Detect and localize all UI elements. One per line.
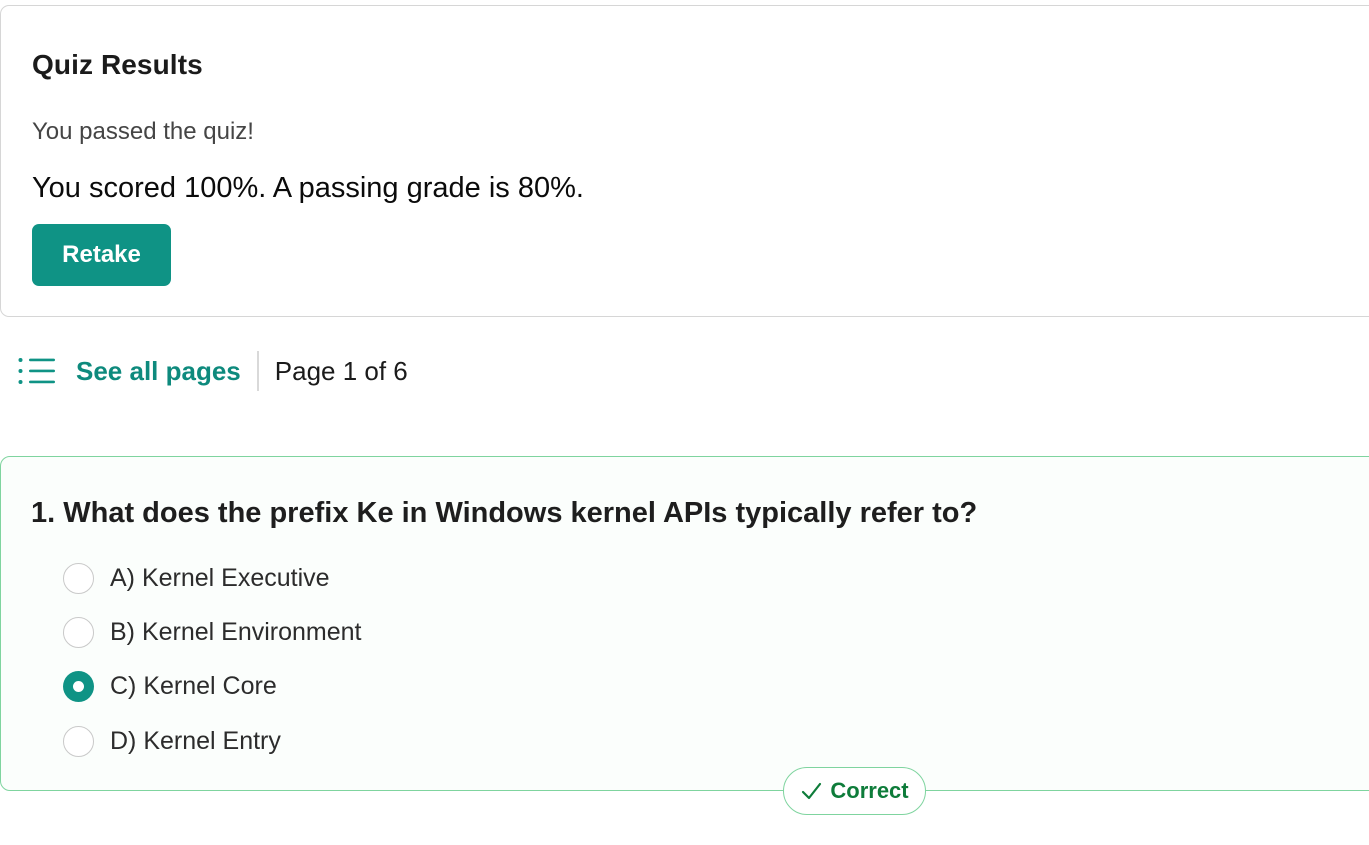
results-title: Quiz Results — [32, 49, 203, 80]
radio-button[interactable] — [63, 562, 94, 594]
retake-button[interactable]: Retake — [32, 224, 171, 286]
option-d[interactable]: D) Kernel Entry — [63, 724, 281, 758]
radio-button-selected[interactable] — [63, 670, 94, 702]
correct-badge-label: Correct — [830, 778, 909, 803]
radio-button[interactable] — [63, 725, 94, 757]
results-score: You scored 100%. A passing grade is 80%. — [32, 172, 584, 204]
option-b[interactable]: B) Kernel Environment — [63, 615, 362, 649]
radio-button[interactable] — [63, 616, 94, 648]
see-all-pages-link[interactable]: See all pages — [76, 356, 241, 387]
pager-divider — [256, 351, 259, 391]
quiz-results-card: Quiz Results You passed the quiz! You sc… — [0, 5, 1369, 317]
option-label: B) Kernel Environment — [110, 617, 362, 646]
page-indicator: Page 1 of 6 — [274, 355, 408, 386]
option-label: C) Kernel Core — [110, 671, 277, 700]
correct-badge: Correct — [783, 767, 926, 815]
option-label: D) Kernel Entry — [110, 726, 281, 755]
list-icon[interactable] — [18, 357, 56, 385]
option-label: A) Kernel Executive — [110, 563, 330, 592]
option-a[interactable]: A) Kernel Executive — [63, 561, 330, 595]
page-navigation: See all pages Page 1 of 6 — [18, 350, 408, 392]
results-status: You passed the quiz! — [32, 118, 254, 145]
question-text: 1. What does the prefix Ke in Windows ke… — [31, 497, 978, 529]
check-icon — [802, 782, 822, 800]
question-card: 1. What does the prefix Ke in Windows ke… — [0, 456, 1369, 791]
option-c[interactable]: C) Kernel Core — [63, 669, 277, 703]
